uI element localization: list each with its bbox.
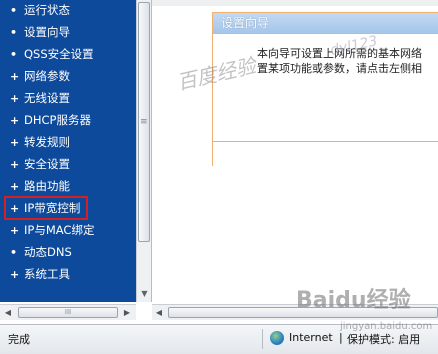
nav-item-system-tools[interactable]: + 系统工具 [10, 264, 70, 284]
nav-item-wireless[interactable]: + 无线设置 [10, 88, 70, 108]
nav-frame: • 运行状态 • 设置向导 • QSS安全设置 + 网络参数 + 无线设置 + DHCP服务… [0, 0, 136, 302]
expand-icon: + [10, 224, 20, 237]
arrow-down-icon[interactable]: ▼ [139, 288, 150, 300]
nav-item-security[interactable]: + 安全设置 [10, 154, 70, 174]
security-zone[interactable]: Internet [289, 331, 333, 344]
nav-vertical-scrollbar[interactable]: ≡ ▼ [136, 0, 152, 302]
nav-horizontal-scrollbar[interactable]: ◀ III ▶ [0, 304, 136, 320]
browser-window: • 运行状态 • 设置向导 • QSS安全设置 + 网络参数 + 无线设置 + DHCP服务… [0, 0, 438, 354]
expand-icon: + [10, 180, 20, 193]
wizard-footer [213, 141, 438, 166]
nav-item-label: IP带宽控制 [24, 201, 81, 215]
nav-item-label: 设置向导 [24, 25, 70, 39]
expand-icon: + [10, 136, 20, 149]
nav-item-ip-bandwidth[interactable]: + IP带宽控制 [3, 196, 89, 220]
nav-item-label: DHCP服务器 [24, 113, 91, 127]
bullet-icon: • [10, 26, 18, 39]
status-text: 完成 [8, 333, 30, 346]
nav-item-routing[interactable]: + 路由功能 [10, 176, 70, 196]
arrow-right-icon[interactable]: ▶ [120, 306, 134, 319]
wizard-title: 设置向导 [213, 13, 438, 33]
nav-item-qss[interactable]: • QSS安全设置 [10, 44, 94, 64]
zone-divider: | [339, 331, 343, 344]
nav-item-ddns[interactable]: • 动态DNS [10, 242, 72, 262]
nav-item-ip-mac-binding[interactable]: + IP与MAC绑定 [10, 220, 94, 240]
status-divider [262, 329, 263, 349]
nav-item-network[interactable]: + 网络参数 [10, 66, 70, 86]
nav-item-dhcp[interactable]: + DHCP服务器 [10, 110, 91, 130]
nav-item-label: 运行状态 [24, 3, 70, 17]
baidu-watermark-url: jingyan.baidu.com [340, 321, 433, 332]
scrollbar-thumb[interactable]: III [18, 307, 118, 318]
nav-item-label: 转发规则 [24, 135, 70, 149]
expand-icon: + [10, 268, 20, 281]
wizard-panel: 设置向导 本向导可设置上网所需的基本网络 置某项功能或参数，请点击左侧相 [212, 12, 438, 166]
arrow-left-icon[interactable]: ◀ [152, 306, 166, 319]
bullet-icon: • [10, 4, 18, 17]
bullet-icon: • [10, 48, 18, 61]
nav-item-label: 路由功能 [24, 179, 70, 193]
arrow-left-icon[interactable]: ◀ [1, 306, 15, 319]
baidu-watermark-logo: Baidu经验 [296, 288, 411, 313]
expand-icon: + [10, 70, 20, 83]
nav-item-label: 系统工具 [24, 267, 70, 281]
nav-item-label: QSS安全设置 [24, 47, 94, 61]
nav-item-label: 动态DNS [24, 245, 72, 259]
globe-icon [270, 331, 284, 345]
expand-icon: + [10, 114, 20, 127]
nav-item-forwarding[interactable]: + 转发规则 [10, 132, 70, 152]
bullet-icon: • [10, 246, 18, 259]
nav-item-label: 网络参数 [24, 69, 70, 83]
nav-item-running-status[interactable]: • 运行状态 [10, 0, 70, 20]
expand-icon: + [10, 202, 20, 215]
protected-mode[interactable]: 保护模式: 启用 [347, 331, 420, 347]
content-top-bar [152, 0, 438, 6]
wizard-line-2: 置某项功能或参数，请点击左侧相 [257, 62, 422, 75]
nav-item-setup-wizard[interactable]: • 设置向导 [10, 22, 70, 42]
nav-item-label: IP与MAC绑定 [24, 223, 95, 237]
content-frame: 设置向导 本向导可设置上网所需的基本网络 置某项功能或参数，请点击左侧相 [152, 0, 438, 302]
nav-item-label: 安全设置 [24, 157, 70, 171]
expand-icon: + [10, 92, 20, 105]
grip-icon: ≡ [140, 117, 148, 127]
expand-icon: + [10, 158, 20, 171]
nav-item-label: 无线设置 [24, 91, 70, 105]
